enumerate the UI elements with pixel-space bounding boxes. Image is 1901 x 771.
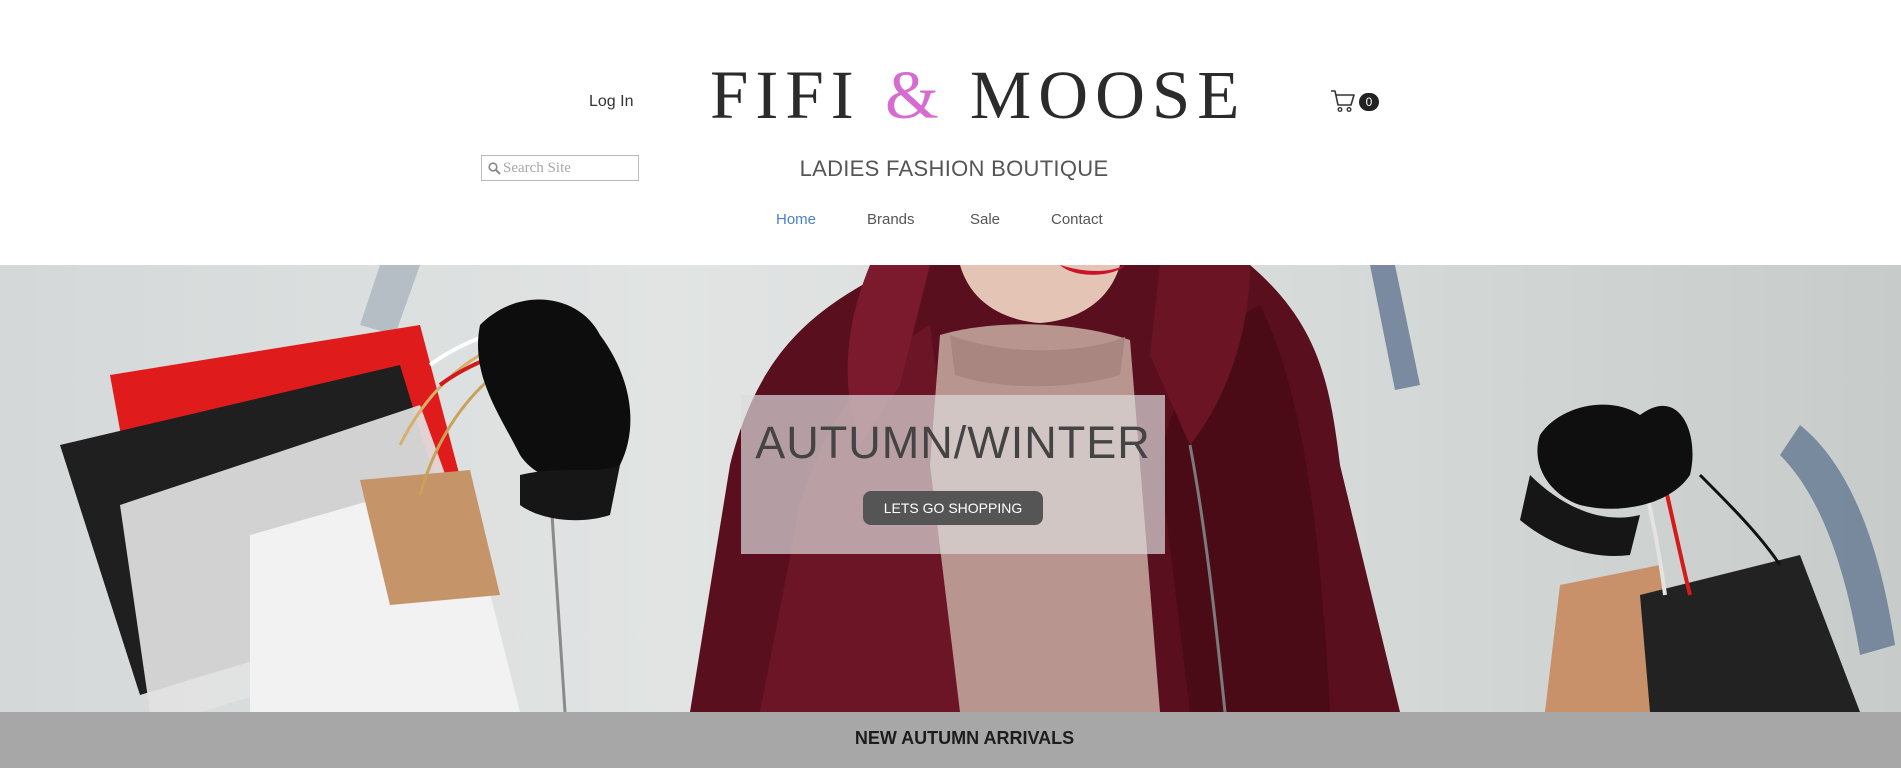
hero-banner: AUTUMN/WINTER LETS GO SHOPPING <box>0 265 1901 712</box>
nav-item-sale[interactable]: Sale <box>970 211 1000 228</box>
cart-icon <box>1331 90 1355 113</box>
hero-title: AUTUMN/WINTER <box>755 417 1151 468</box>
login-link[interactable]: Log In <box>589 93 633 111</box>
site-tagline: LADIES FASHION BOUTIQUE <box>799 156 1109 181</box>
site-header: Log In FIFI & MOOSE 0 LADIES FASHION BOU… <box>0 0 1901 265</box>
cart-button[interactable]: 0 <box>1330 89 1382 115</box>
nav-item-home[interactable]: Home <box>776 211 816 228</box>
search-input[interactable] <box>503 158 633 178</box>
search-icon <box>488 162 501 175</box>
new-arrivals-heading: NEW AUTUMN ARRIVALS <box>854 728 1075 748</box>
nav-item-contact[interactable]: Contact <box>1051 211 1103 228</box>
logo-text-moose: MOOSE <box>969 57 1247 133</box>
cart-count-badge: 0 <box>1359 93 1379 111</box>
logo-ampersand: & <box>884 57 946 133</box>
logo-text-fifi: FIFI <box>710 57 861 133</box>
nav-item-brands[interactable]: Brands <box>867 211 915 228</box>
search-box[interactable] <box>481 155 639 181</box>
site-logo[interactable]: FIFI & MOOSE <box>710 55 1239 135</box>
lets-go-shopping-button[interactable]: LETS GO SHOPPING <box>863 491 1043 525</box>
main-nav: Home Brands Sale Contact <box>0 211 1901 233</box>
hero-promo-panel: AUTUMN/WINTER LETS GO SHOPPING <box>741 395 1165 554</box>
new-arrivals-strip: NEW AUTUMN ARRIVALS <box>0 712 1901 768</box>
